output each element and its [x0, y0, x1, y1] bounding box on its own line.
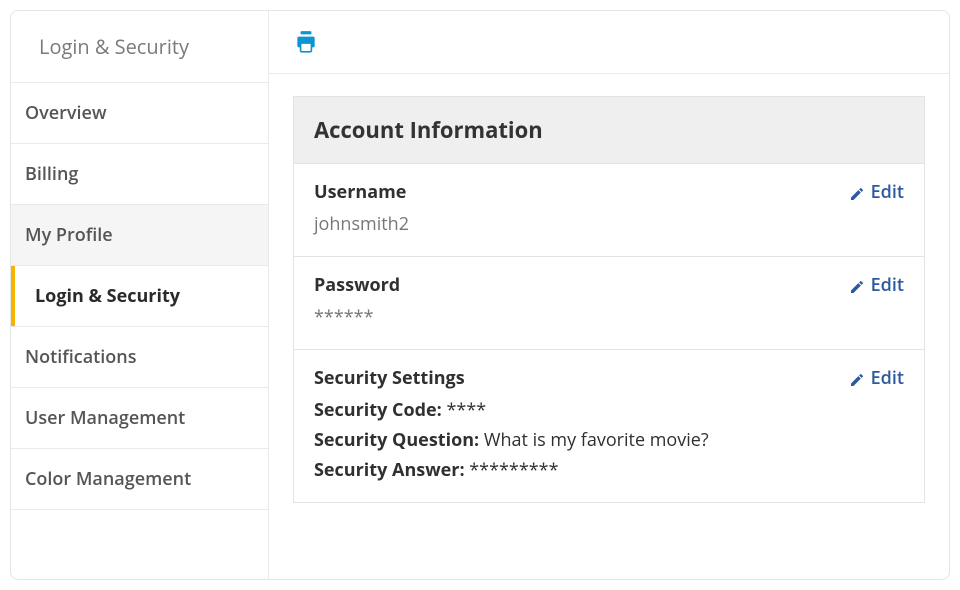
sidebar-item-my-profile[interactable]: My Profile [11, 205, 268, 266]
pencil-icon [849, 277, 865, 293]
settings-container: Login & Security Overview Billing My Pro… [10, 10, 950, 580]
sidebar-item-overview[interactable]: Overview [11, 83, 268, 144]
security-settings-label: Security Settings [314, 366, 904, 390]
pencil-icon [849, 370, 865, 386]
account-information-card: Account Information Username johnsmith2 … [293, 96, 925, 503]
username-label: Username [314, 180, 904, 204]
print-icon[interactable] [293, 29, 319, 55]
sidebar-nav: Overview Billing My Profile Login & Secu… [11, 83, 268, 510]
sidebar-header: Login & Security [11, 11, 268, 83]
main-content: Account Information Username johnsmith2 … [269, 11, 949, 579]
security-question-value: What is my favorite movie? [484, 428, 709, 452]
sidebar-item-billing[interactable]: Billing [11, 144, 268, 205]
security-question-line: Security Question: What is my favorite m… [314, 428, 904, 452]
edit-label: Edit [871, 366, 904, 390]
card-header: Account Information [294, 97, 924, 164]
edit-security-link[interactable]: Edit [849, 366, 904, 390]
security-code-line: Security Code: **** [314, 398, 904, 422]
security-code-label: Security Code: [314, 398, 442, 422]
edit-label: Edit [871, 273, 904, 297]
username-value: johnsmith2 [314, 212, 904, 236]
password-label: Password [314, 273, 904, 297]
edit-label: Edit [871, 180, 904, 204]
security-answer-line: Security Answer: ********* [314, 458, 904, 482]
sidebar-item-user-management[interactable]: User Management [11, 388, 268, 449]
edit-username-link[interactable]: Edit [849, 180, 904, 204]
edit-password-link[interactable]: Edit [849, 273, 904, 297]
sidebar-item-color-management[interactable]: Color Management [11, 449, 268, 510]
password-value: ****** [314, 305, 904, 329]
security-answer-value: ********* [469, 458, 558, 482]
sidebar-item-login-security[interactable]: Login & Security [11, 266, 268, 327]
sidebar-item-notifications[interactable]: Notifications [11, 327, 268, 388]
security-question-label: Security Question: [314, 428, 479, 452]
security-settings-row: Security Settings Security Code: **** Se… [294, 350, 924, 502]
content-area: Account Information Username johnsmith2 … [269, 74, 949, 579]
toolbar [269, 11, 949, 74]
password-row: Password ****** Edit [294, 257, 924, 350]
security-code-value: **** [447, 398, 487, 422]
security-answer-label: Security Answer: [314, 458, 465, 482]
pencil-icon [849, 184, 865, 200]
username-row: Username johnsmith2 Edit [294, 164, 924, 257]
sidebar: Login & Security Overview Billing My Pro… [11, 11, 269, 579]
